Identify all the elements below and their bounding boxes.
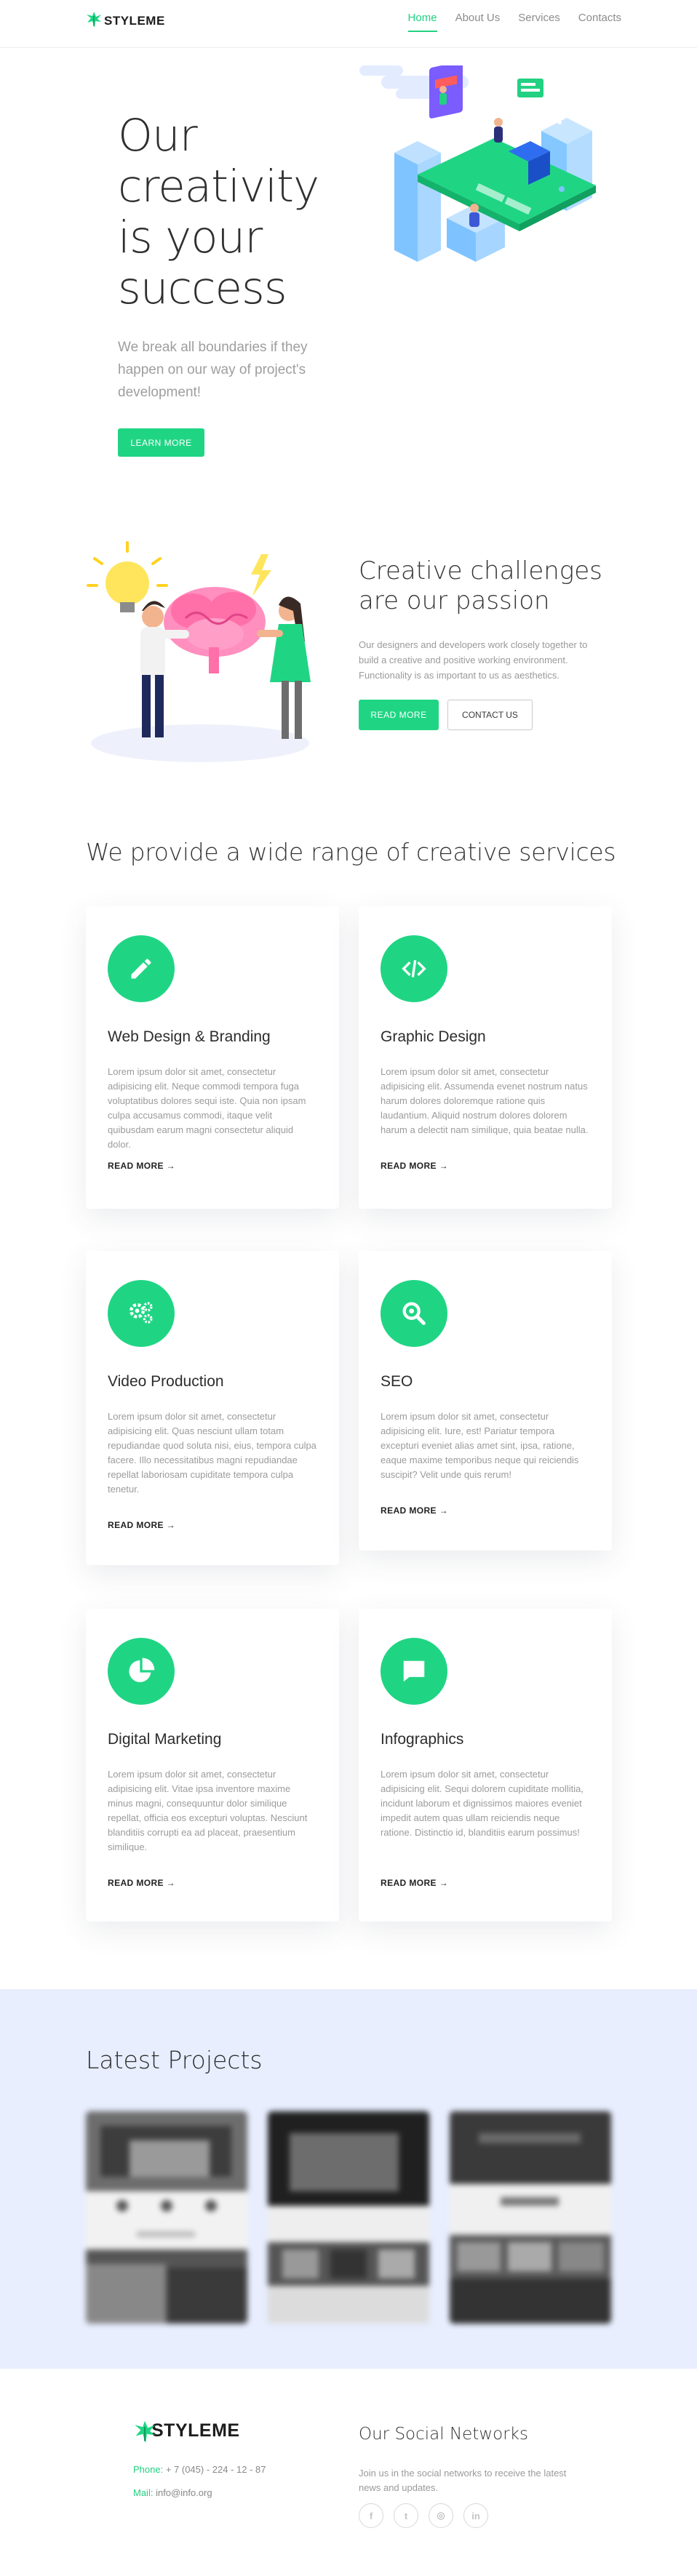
hero-title: Our creativity is your success bbox=[118, 110, 319, 314]
code-icon bbox=[381, 935, 447, 1002]
mail-label: Mail: bbox=[133, 2487, 154, 2498]
leaf-logo-icon bbox=[86, 10, 102, 29]
service-read-more-link[interactable]: READ MORE → bbox=[381, 1505, 448, 1516]
nav-contacts[interactable]: Contacts bbox=[578, 12, 621, 32]
service-description: Lorem ipsum dolor sit amet, consectetur … bbox=[381, 1066, 589, 1135]
gears-icon bbox=[108, 1280, 175, 1347]
service-card-web-design: Web Design & Branding Lorem ipsum dolor … bbox=[86, 906, 339, 1209]
nav-about-us[interactable]: About Us bbox=[455, 12, 501, 32]
services-heading: We provide a wide range of creative serv… bbox=[86, 838, 616, 866]
pie-chart-icon bbox=[108, 1638, 175, 1705]
nav-home[interactable]: Home bbox=[407, 12, 437, 32]
service-title: SEO bbox=[381, 1373, 413, 1390]
hero-isometric-illustration bbox=[359, 61, 613, 271]
challenges-title: Creative challenges are our passion bbox=[359, 556, 602, 615]
service-card-video-production: Video Production Lorem ipsum dolor sit a… bbox=[86, 1251, 339, 1565]
service-read-more-link[interactable]: READ MORE → bbox=[108, 1161, 175, 1171]
leaf-logo-icon bbox=[133, 2419, 155, 2443]
brand-name: STYLEME bbox=[104, 14, 165, 28]
facebook-icon[interactable]: f bbox=[359, 2503, 383, 2528]
service-description: Lorem ipsum dolor sit amet, consectetur … bbox=[108, 1769, 308, 1852]
service-description: Lorem ipsum dolor sit amet, consectetur … bbox=[108, 1066, 306, 1150]
project-thumbnail[interactable] bbox=[86, 2111, 247, 2324]
challenges-text: Our designers and developers work closel… bbox=[359, 639, 588, 681]
site-header: STYLEME Home About Us Services Contacts bbox=[0, 0, 697, 48]
service-title: Graphic Design bbox=[381, 1028, 486, 1045]
social-networks-title: Our Social Networks bbox=[359, 2425, 528, 2444]
service-card-digital-marketing: Digital Marketing Lorem ipsum dolor sit … bbox=[86, 1609, 339, 1921]
twitter-icon[interactable]: t bbox=[394, 2503, 418, 2528]
main-nav: Home About Us Services Contacts bbox=[390, 12, 621, 32]
service-title: Video Production bbox=[108, 1373, 224, 1390]
brainstorm-illustration bbox=[84, 538, 344, 769]
pencil-icon bbox=[108, 935, 175, 1002]
service-card-infographics: Infographics Lorem ipsum dolor sit amet,… bbox=[359, 1609, 612, 1921]
footer-phone: Phone: + 7 (045) - 224 - 12 - 87 bbox=[133, 2464, 266, 2475]
mail-link[interactable]: info@info.org bbox=[156, 2487, 212, 2498]
nav-services[interactable]: Services bbox=[518, 12, 560, 32]
phone-value: + 7 (045) - 224 - 12 - 87 bbox=[165, 2464, 266, 2475]
service-card-graphic-design: Graphic Design Lorem ipsum dolor sit ame… bbox=[359, 906, 612, 1209]
service-title: Digital Marketing bbox=[108, 1731, 222, 1748]
service-title: Web Design & Branding bbox=[108, 1028, 271, 1045]
read-more-button[interactable]: READ MORE bbox=[359, 700, 439, 730]
service-read-more-link[interactable]: READ MORE → bbox=[108, 1520, 175, 1530]
social-links: f t ◎ in bbox=[359, 2503, 498, 2528]
project-thumbnail[interactable] bbox=[268, 2111, 429, 2324]
projects-heading: Latest Projects bbox=[86, 2046, 263, 2074]
phone-label: Phone: bbox=[133, 2464, 164, 2475]
service-read-more-link[interactable]: READ MORE → bbox=[381, 1878, 448, 1888]
instagram-icon[interactable]: ◎ bbox=[429, 2503, 453, 2528]
search-icon bbox=[381, 1280, 447, 1347]
project-thumbnail[interactable] bbox=[450, 2111, 611, 2324]
footer-mail: Mail: info@info.org bbox=[133, 2487, 212, 2498]
service-description: Lorem ipsum dolor sit amet, consectetur … bbox=[381, 1411, 579, 1480]
projects-section: Latest Projects bbox=[0, 1989, 697, 2369]
service-read-more-link[interactable]: READ MORE → bbox=[108, 1878, 175, 1888]
service-card-seo: SEO Lorem ipsum dolor sit amet, consecte… bbox=[359, 1251, 612, 1551]
footer-brand-name: STYLEME bbox=[151, 2420, 240, 2441]
service-description: Lorem ipsum dolor sit amet, consectetur … bbox=[108, 1411, 316, 1495]
learn-more-button[interactable]: LEARN MORE bbox=[118, 428, 204, 457]
brand-logo[interactable]: STYLEME bbox=[86, 10, 165, 29]
service-title: Infographics bbox=[381, 1731, 464, 1748]
contact-us-button[interactable]: CONTACT US bbox=[447, 700, 533, 730]
footer-brand-logo[interactable]: STYLEME bbox=[133, 2415, 240, 2443]
speech-bubble-icon bbox=[381, 1638, 447, 1705]
hero-subtitle: We break all boundaries if they happen o… bbox=[118, 340, 308, 400]
social-networks-text: Join us in the social networks to receiv… bbox=[359, 2468, 567, 2493]
service-read-more-link[interactable]: READ MORE → bbox=[381, 1161, 448, 1171]
service-description: Lorem ipsum dolor sit amet, consectetur … bbox=[381, 1769, 584, 1838]
linkedin-icon[interactable]: in bbox=[463, 2503, 488, 2528]
